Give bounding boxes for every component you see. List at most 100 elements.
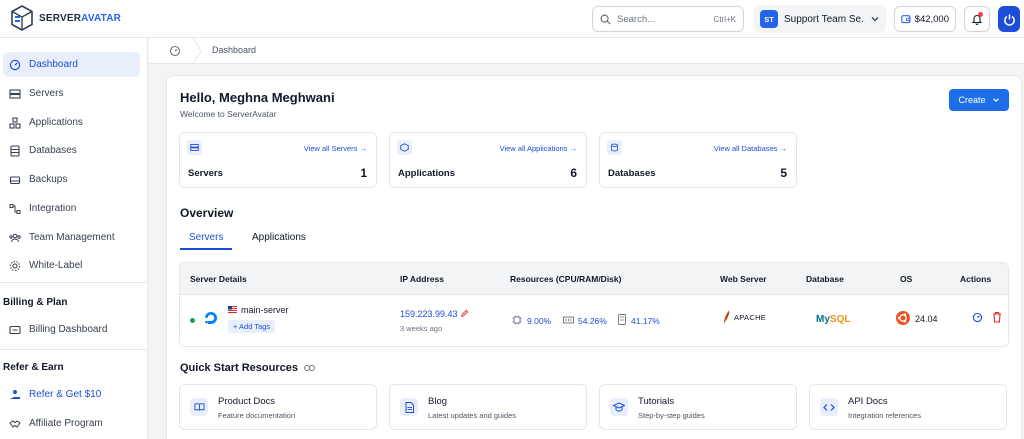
resource-title: Tutorials	[638, 396, 675, 407]
stat-label: Applications	[398, 168, 456, 179]
search-box[interactable]: Search... Ctrl+K	[592, 6, 744, 32]
servers-table: Server Details IP Address Resources (CPU…	[179, 262, 1009, 347]
view-all-servers-link[interactable]: View all Servers →	[304, 144, 367, 153]
sidebar-item-dashboard[interactable]: Dashboard	[3, 52, 140, 77]
sidebar-item-white-label[interactable]: White-Label	[3, 253, 140, 278]
create-button[interactable]: Create	[949, 89, 1009, 111]
view-all-databases-link[interactable]: View all Databases →	[714, 144, 787, 153]
ram-usage: 54.26%	[578, 316, 607, 326]
table-row[interactable]: main-server + Add Tags 159.223.99.43 3 w…	[180, 295, 1008, 346]
profile-power-button[interactable]	[998, 6, 1020, 32]
sidebar-item-servers[interactable]: Servers	[3, 81, 140, 106]
sidebar-item-label: Databases	[29, 145, 77, 156]
sidebar-item-applications[interactable]: Applications	[3, 110, 140, 135]
credit-amount: $42,000	[914, 13, 949, 25]
sidebar-item-affiliate[interactable]: Affiliate Program	[3, 411, 140, 436]
logo[interactable]: SERVERAVATAR	[10, 5, 121, 31]
top-bar: SERVERAVATAR Search... Ctrl+K ST Support…	[0, 0, 1024, 38]
stat-label: Databases	[608, 168, 656, 179]
credit-balance[interactable]: $42,000	[894, 6, 956, 32]
column-header: OS	[900, 274, 913, 284]
chevron-down-icon	[871, 17, 879, 22]
digitalocean-icon	[205, 312, 217, 324]
edit-pencil-icon[interactable]	[460, 309, 469, 318]
sidebar-item-billing-dashboard[interactable]: Billing Dashboard	[3, 317, 140, 342]
column-header: Resources (CPU/RAM/Disk)	[510, 274, 622, 284]
breadcrumb-separator-icon	[192, 38, 202, 64]
document-icon	[400, 398, 418, 416]
sidebar-item-label: Team Management	[29, 232, 115, 243]
resource-description: Latest updates and guides	[428, 411, 516, 420]
database-icon	[10, 144, 20, 157]
sidebar-item-databases[interactable]: Databases	[3, 138, 140, 163]
ip-address[interactable]: 159.223.99.43	[400, 309, 458, 319]
sidebar-item-team-management[interactable]: Team Management	[3, 225, 140, 250]
resource-card-product-docs[interactable]: Product Docs Feature documentation	[179, 384, 377, 430]
server-icon	[187, 140, 202, 155]
team-name: Support Team Se...	[784, 13, 864, 25]
active-tab-indicator	[180, 248, 232, 250]
tab-applications[interactable]: Applications	[252, 232, 306, 243]
resource-description: Step-by-step guides	[638, 411, 705, 420]
column-header: Web Server	[720, 274, 767, 284]
sidebar-divider	[0, 282, 148, 283]
code-icon	[820, 398, 838, 416]
power-icon	[1003, 13, 1015, 26]
notifications-button[interactable]	[964, 6, 990, 32]
sidebar-item-integration[interactable]: Integration	[3, 196, 140, 221]
create-label: Create	[958, 95, 986, 105]
database-logo: MySQL	[816, 314, 851, 325]
breadcrumb-current: Dashboard	[212, 45, 257, 55]
sidebar-item-backups[interactable]: Backups	[3, 167, 140, 192]
sidebar-item-label: White-Label	[29, 260, 83, 271]
stat-card-servers: View all Servers → Servers 1	[179, 132, 377, 188]
resource-title: Product Docs	[218, 396, 276, 407]
stat-label: Servers	[188, 168, 223, 179]
applications-icon	[397, 140, 412, 155]
resource-card-tutorials[interactable]: Tutorials Step-by-step guides	[599, 384, 797, 430]
sidebar-item-label: Dashboard	[29, 59, 78, 70]
ram-icon	[563, 316, 574, 324]
search-input[interactable]: Search...	[617, 14, 708, 25]
sidebar-item-label: Backups	[29, 174, 68, 185]
graduation-cap-icon	[610, 398, 628, 416]
database-icon	[607, 140, 622, 155]
resource-title: API Docs	[848, 396, 888, 407]
sidebar-item-label: Integration	[29, 203, 77, 214]
overview-title: Overview	[180, 206, 234, 220]
add-tags-button[interactable]: + Add Tags	[228, 320, 276, 333]
search-shortcut: Ctrl+K	[713, 14, 736, 24]
server-name[interactable]: main-server	[241, 305, 289, 315]
resource-description: Feature documentation	[218, 411, 296, 420]
notification-dot	[978, 12, 983, 17]
sidebar-item-label: Applications	[29, 117, 83, 128]
column-header: Server Details	[190, 274, 247, 284]
stat-value: 6	[570, 166, 577, 180]
resource-card-api-docs[interactable]: API Docs Integration references	[809, 384, 1007, 430]
view-all-applications-link[interactable]: View all Applications →	[500, 144, 577, 153]
sidebar-item-label: Affiliate Program	[29, 418, 103, 429]
os-version: 24.04	[915, 314, 938, 324]
dashboard-icon	[9, 59, 21, 70]
handshake-icon	[9, 419, 21, 428]
server-icon	[9, 88, 21, 99]
home-gauge-icon[interactable]	[169, 45, 181, 57]
resource-card-blog[interactable]: Blog Latest updates and guides	[389, 384, 587, 430]
team-switcher[interactable]: ST Support Team Se...	[754, 5, 886, 33]
web-server-name: APACHE	[734, 313, 767, 322]
trash-icon[interactable]	[992, 311, 1002, 323]
online-status-dot	[190, 318, 195, 323]
billing-icon	[9, 325, 21, 334]
tab-servers[interactable]: Servers	[189, 232, 223, 243]
sidebar-item-label: Refer & Get $10	[29, 389, 102, 400]
team-icon	[9, 233, 21, 242]
billing-section-title: Billing & Plan	[3, 297, 68, 308]
sidebar-item-label: Billing Dashboard	[29, 324, 108, 335]
team-avatar: ST	[760, 10, 778, 28]
refer-icon	[10, 389, 20, 399]
server-dashboard-icon[interactable]	[972, 312, 983, 323]
sidebar-item-refer[interactable]: Refer & Get $10	[3, 382, 140, 407]
book-icon	[190, 398, 208, 416]
sidebar-item-label: Servers	[29, 88, 64, 99]
stat-value: 1	[360, 166, 367, 180]
